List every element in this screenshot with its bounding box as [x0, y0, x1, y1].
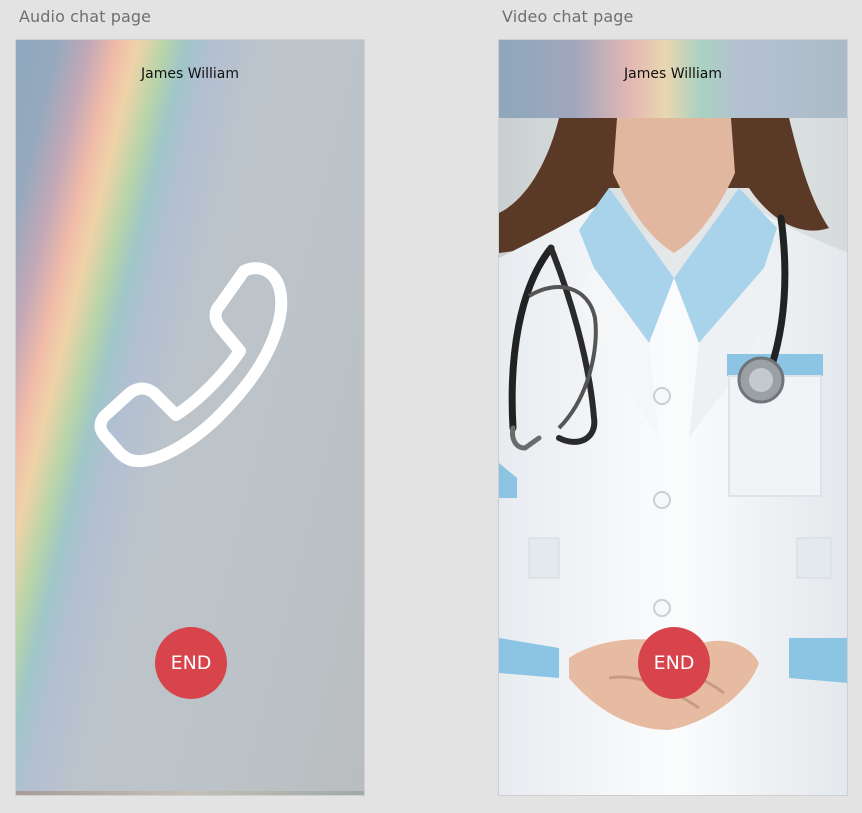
bottom-strip	[16, 791, 364, 795]
caller-name: James William	[140, 66, 239, 82]
video-page-label: Video chat page	[502, 7, 634, 26]
phone-icon	[94, 262, 288, 468]
end-call-button[interactable]: END	[155, 627, 227, 699]
end-call-button[interactable]: END	[638, 627, 710, 699]
audio-chat-screen: James William END	[15, 39, 365, 796]
audio-page-label: Audio chat page	[19, 7, 152, 26]
video-chat-screen: James William END	[498, 39, 848, 796]
caller-name: James William	[623, 66, 722, 82]
